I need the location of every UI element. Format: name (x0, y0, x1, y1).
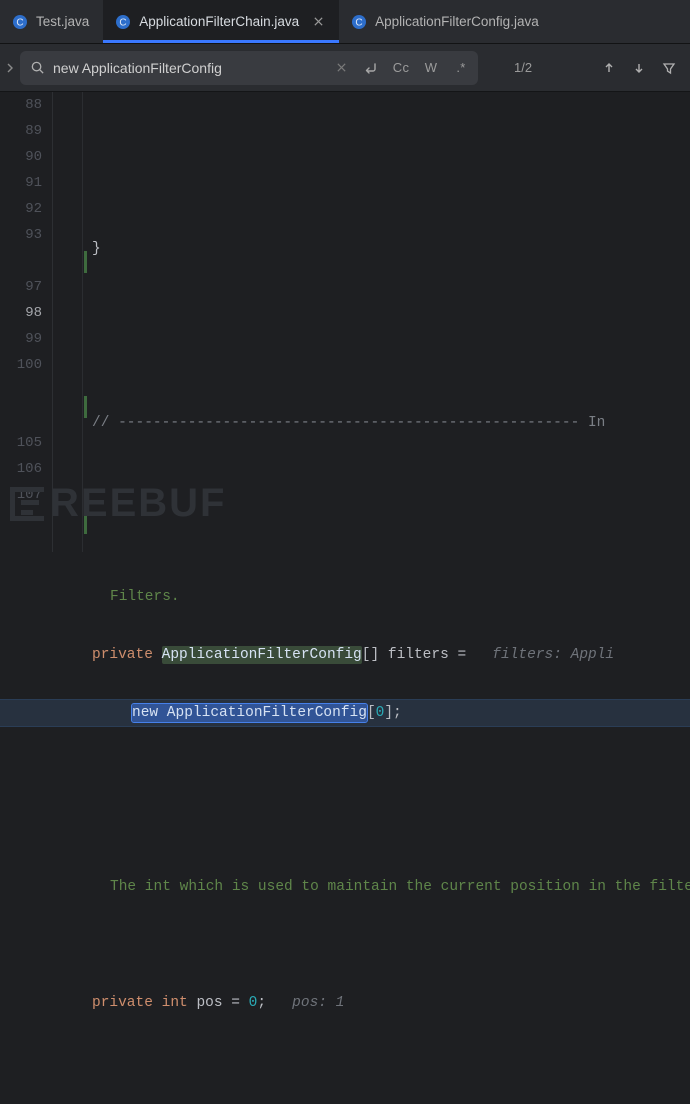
code-text: pos (196, 995, 222, 1011)
code-text: = (449, 647, 475, 663)
doc-text: The int which is used to maintain the cu… (82, 879, 690, 895)
java-file-icon: C (351, 14, 367, 30)
clear-search-icon[interactable] (330, 57, 352, 79)
code-text: int (153, 995, 197, 1011)
line-number (0, 378, 42, 404)
tab-label: Test.java (36, 14, 89, 29)
match-highlight: ApplicationFilterConfig (162, 646, 362, 664)
match-count: 1/2 (514, 60, 532, 75)
code-text: [] (362, 647, 388, 663)
line-number: 88 (0, 92, 42, 118)
next-match-button[interactable] (628, 57, 650, 79)
tab-test-java[interactable]: C Test.java (0, 0, 103, 43)
svg-text:C: C (356, 17, 363, 28)
code-text: ; (257, 995, 266, 1011)
regex-toggle[interactable]: .* (450, 57, 472, 79)
filter-icon[interactable] (658, 57, 680, 79)
java-file-icon: C (115, 14, 131, 30)
tab-label: ApplicationFilterChain.java (139, 14, 299, 29)
line-number: 93 (0, 222, 42, 248)
match-case-toggle[interactable]: Cc (390, 57, 412, 79)
search-box: new ApplicationFilterConfig Cc W .* (20, 51, 478, 85)
tab-bar: C Test.java C ApplicationFilterChain.jav… (0, 0, 690, 44)
code-text: ----------------------------------------… (118, 415, 605, 431)
watermark-icon (10, 487, 44, 521)
line-number (0, 404, 42, 430)
line-number: 105 (0, 430, 42, 456)
find-bar: new ApplicationFilterConfig Cc W .* 1/2 (0, 44, 690, 92)
tab-application-filter-chain[interactable]: C ApplicationFilterChain.java (103, 0, 339, 43)
code-text: // (92, 415, 118, 431)
active-match-highlight: new ApplicationFilterConfig (132, 704, 367, 722)
code-text: ]; (384, 705, 401, 721)
line-number (0, 248, 42, 274)
inline-hint: pos: 1 (266, 995, 344, 1011)
line-number: 91 (0, 170, 42, 196)
search-icon (30, 60, 45, 75)
line-number: 97 (0, 274, 42, 300)
line-number: 98 (0, 300, 42, 326)
expand-replace-toggle[interactable] (0, 44, 20, 92)
code-text: } (82, 241, 101, 257)
line-number: 90 (0, 144, 42, 170)
prev-match-button[interactable] (598, 57, 620, 79)
close-icon[interactable] (311, 15, 325, 29)
code-editor[interactable]: 88 89 90 91 92 93 97 98 99 100 105 106 1… (0, 92, 690, 552)
search-input[interactable]: new ApplicationFilterConfig (53, 60, 322, 76)
line-number: 99 (0, 326, 42, 352)
line-number: 100 (0, 352, 42, 378)
inline-hint: filters: Appli (475, 647, 614, 663)
code-text: = (223, 995, 249, 1011)
code-text: 0 (376, 705, 385, 721)
newline-toggle-icon[interactable] (360, 57, 382, 79)
svg-text:C: C (16, 17, 23, 28)
code-text: private (92, 995, 153, 1011)
watermark: REEBUF (10, 481, 226, 526)
doc-text: Filters. (82, 589, 180, 605)
code-text: [ (367, 705, 376, 721)
code-text: filters (388, 647, 449, 663)
line-number: 89 (0, 118, 42, 144)
code-text: 0 (249, 995, 258, 1011)
line-number: 92 (0, 196, 42, 222)
code-text: private (92, 647, 153, 663)
tab-application-filter-config[interactable]: C ApplicationFilterConfig.java (339, 0, 553, 43)
svg-text:C: C (120, 17, 127, 28)
line-number: 106 (0, 456, 42, 482)
tab-label: ApplicationFilterConfig.java (375, 14, 539, 29)
words-toggle[interactable]: W (420, 57, 442, 79)
java-file-icon: C (12, 14, 28, 30)
